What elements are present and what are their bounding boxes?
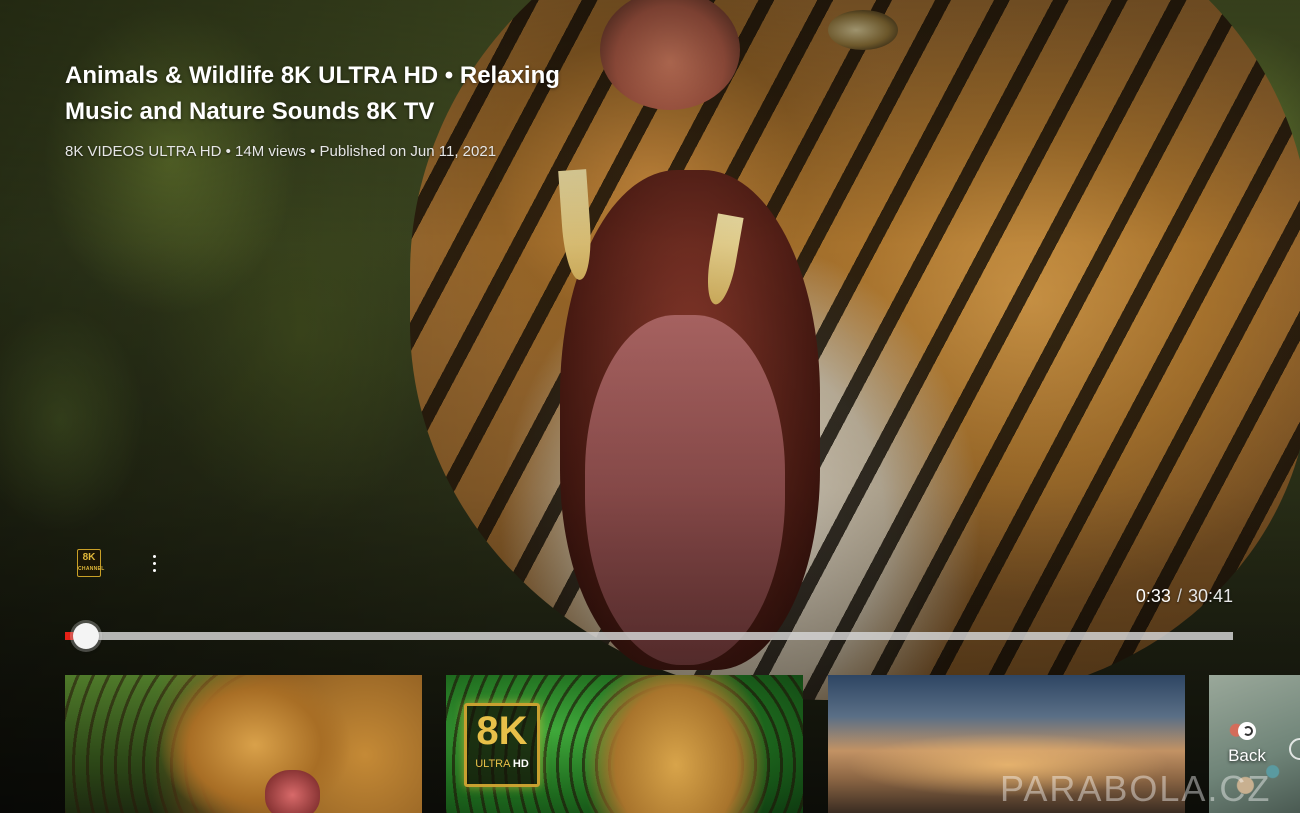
logo-ultra-text: ULTRA [475, 758, 510, 770]
8k-channel-icon[interactable]: 8K CHANNEL [77, 549, 105, 577]
thumbnail-leopard[interactable] [65, 675, 422, 813]
publish-date: Published on Jun 11, 2021 [319, 143, 497, 160]
video-title: Animals & Wildlife 8K ULTRA HD • Relaxin… [65, 62, 560, 125]
progress-scrubber[interactable] [73, 623, 100, 649]
leopard-mouth [265, 770, 320, 813]
video-meta: 8K VIDEOS ULTRA HD • 14M views • Publish… [65, 143, 496, 160]
logo-hd-text: HD [512, 758, 529, 770]
view-count: 14M views [235, 143, 306, 160]
8k-ultra-hd-logo: 8K ULTRA HD [464, 703, 540, 787]
meta-separator: • [310, 143, 316, 160]
progress-bar[interactable] [65, 623, 1233, 649]
logo-ultra-hd-text: ULTRA HD [467, 756, 537, 772]
back-circle-icon [1238, 722, 1256, 740]
meta-separator: • [225, 143, 231, 160]
time-display: 0:33/30:41 [1136, 586, 1233, 607]
thumbnail-jaguar-8k[interactable]: 8K ULTRA HD [446, 675, 803, 813]
time-separator: / [1176, 586, 1182, 606]
channel-badge-subtext: CHANNEL [78, 566, 105, 572]
channel-name: 8K VIDEOS ULTRA HD [65, 143, 222, 160]
watermark: PARABOLA.CZ [1000, 768, 1272, 809]
current-time: 0:33 [1135, 586, 1171, 606]
back-label: Back [1228, 746, 1266, 765]
more-vertical-icon[interactable] [142, 552, 166, 576]
logo-8k-text: 8K [476, 709, 528, 753]
channel-badge-text: 8K [82, 552, 96, 563]
duration: 30:41 [1187, 586, 1233, 606]
